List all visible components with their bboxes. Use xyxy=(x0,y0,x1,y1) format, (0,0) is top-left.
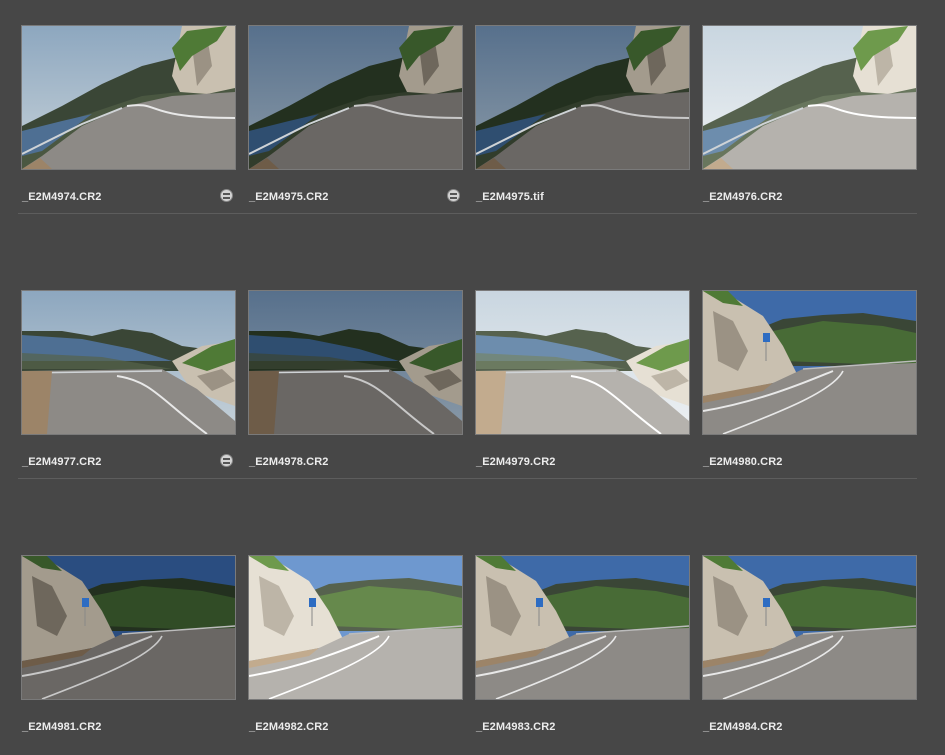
filename-label: _E2M4975.tif xyxy=(476,191,544,203)
photo-thumbnail[interactable] xyxy=(248,290,463,435)
thumbnail-cell[interactable]: _E2M4984.CR2 xyxy=(702,555,917,755)
row-separator xyxy=(18,213,917,214)
photo-thumbnail[interactable] xyxy=(475,25,690,170)
adjustment-badge-icon[interactable] xyxy=(447,189,460,202)
filename-label: _E2M4979.CR2 xyxy=(476,456,556,468)
thumbnail-cell[interactable]: _E2M4974.CR2 xyxy=(21,25,236,225)
filename-label: _E2M4980.CR2 xyxy=(703,456,783,468)
photo-thumbnail[interactable] xyxy=(475,555,690,700)
photo-thumbnail[interactable] xyxy=(248,25,463,170)
photo-thumbnail[interactable] xyxy=(21,290,236,435)
adjustment-badge-icon[interactable] xyxy=(220,189,233,202)
filename-label: _E2M4981.CR2 xyxy=(22,721,102,733)
thumbnail-cell[interactable]: _E2M4981.CR2 xyxy=(21,555,236,755)
thumbnail-cell[interactable]: _E2M4983.CR2 xyxy=(475,555,690,755)
adjustment-badge-icon[interactable] xyxy=(220,454,233,467)
filename-label: _E2M4977.CR2 xyxy=(22,456,102,468)
filename-label: _E2M4975.CR2 xyxy=(249,191,329,203)
photo-thumbnail[interactable] xyxy=(21,25,236,170)
photo-thumbnail[interactable] xyxy=(248,555,463,700)
filename-label: _E2M4984.CR2 xyxy=(703,721,783,733)
thumbnail-cell[interactable]: _E2M4980.CR2 xyxy=(702,290,917,490)
thumbnail-cell[interactable]: _E2M4979.CR2 xyxy=(475,290,690,490)
filename-label: _E2M4983.CR2 xyxy=(476,721,556,733)
filename-label: _E2M4974.CR2 xyxy=(22,191,102,203)
filename-label: _E2M4978.CR2 xyxy=(249,456,329,468)
photo-thumbnail[interactable] xyxy=(702,290,917,435)
thumbnail-cell[interactable]: _E2M4976.CR2 xyxy=(702,25,917,225)
thumbnail-cell[interactable]: _E2M4975.CR2 xyxy=(248,25,463,225)
photo-thumbnail[interactable] xyxy=(21,555,236,700)
photo-thumbnail[interactable] xyxy=(475,290,690,435)
thumbnail-cell[interactable]: _E2M4977.CR2 xyxy=(21,290,236,490)
thumbnail-cell[interactable]: _E2M4978.CR2 xyxy=(248,290,463,490)
thumbnail-cell[interactable]: _E2M4982.CR2 xyxy=(248,555,463,755)
row-separator xyxy=(18,478,917,479)
filename-label: _E2M4976.CR2 xyxy=(703,191,783,203)
photo-thumbnail[interactable] xyxy=(702,555,917,700)
filename-label: _E2M4982.CR2 xyxy=(249,721,329,733)
photo-thumbnail[interactable] xyxy=(702,25,917,170)
thumbnail-cell[interactable]: _E2M4975.tif xyxy=(475,25,690,225)
